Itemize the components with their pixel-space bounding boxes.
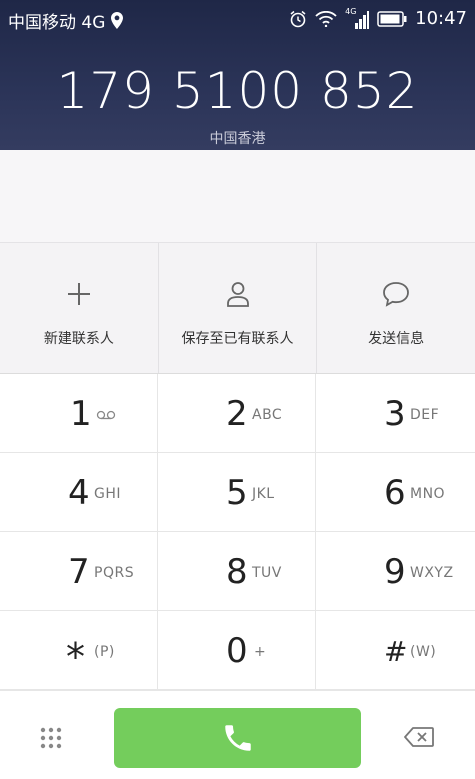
key-letters: ABC (252, 407, 283, 423)
key-digit: # (384, 635, 408, 668)
new-contact-button[interactable]: 新建联系人 (0, 243, 159, 373)
key-letters: GHI (94, 486, 122, 502)
message-icon (382, 281, 410, 307)
wifi-icon (315, 10, 337, 27)
dialer-bottom-bar (0, 690, 475, 779)
key-digit: 5 (226, 473, 248, 513)
clock: 10:47 (415, 8, 467, 29)
key-digit: 4 (68, 473, 90, 513)
key-letters: MNO (410, 486, 446, 502)
key-digit: 0 (226, 631, 248, 671)
key-digit: * (66, 635, 85, 679)
carrier-label: 中国移动 4G (8, 13, 106, 33)
key-letters: TUV (252, 565, 282, 581)
key-letters: + (254, 644, 267, 660)
key-7[interactable]: 7 PQRS (0, 532, 158, 611)
key-1[interactable]: 1 (0, 374, 158, 453)
send-message-button[interactable]: 发送信息 (317, 243, 475, 373)
key-0[interactable]: 0 + (158, 611, 316, 690)
plus-icon (66, 281, 92, 307)
key-hash[interactable]: # (W) (316, 611, 475, 690)
key-digit: 3 (384, 394, 406, 434)
key-star[interactable]: * (P) (0, 611, 158, 690)
save-to-existing-contact-button[interactable]: 保存至已有联系人 (159, 243, 318, 373)
key-digit: 2 (226, 394, 248, 434)
backspace-icon (404, 727, 434, 747)
phone-icon (221, 721, 255, 755)
key-8[interactable]: 8 TUV (158, 532, 316, 611)
send-message-label: 发送信息 (368, 331, 425, 347)
key-letters: (W) (410, 644, 437, 660)
alarm-icon (289, 10, 307, 28)
action-row: 新建联系人 保存至已有联系人 发送信息 (0, 242, 475, 374)
person-icon (226, 281, 250, 307)
dialed-number: 179 5100 852 (56, 62, 419, 120)
key-3[interactable]: 3 DEF (316, 374, 475, 453)
key-letters: WXYZ (410, 565, 454, 581)
signal-icon: 4G (345, 6, 370, 29)
key-digit: 9 (384, 552, 406, 592)
number-location: 中国香港 (209, 131, 266, 147)
new-contact-label: 新建联系人 (43, 331, 114, 347)
dial-keypad: 1 2 ABC 3 DEF 4 GHI 5 JKL 6 MNO 7 PQRS 8… (0, 374, 475, 690)
battery-icon (377, 10, 407, 27)
key-letters: JKL (252, 486, 275, 502)
save-to-existing-label: 保存至已有联系人 (181, 331, 294, 347)
status-bar: 中国移动 4G 4G 10:47 (0, 0, 475, 38)
key-digit: 8 (226, 552, 248, 592)
key-5[interactable]: 5 JKL (158, 453, 316, 532)
key-6[interactable]: 6 MNO (316, 453, 475, 532)
key-letters: (P) (94, 644, 115, 660)
signal-label: 4G (345, 6, 357, 16)
backspace-button[interactable] (404, 727, 434, 747)
dialer-header: 中国移动 4G 4G 10:47 179 5100 852 中国香港 (0, 0, 475, 150)
dialpad-toggle-button[interactable] (40, 727, 62, 749)
suggestion-area (0, 150, 475, 242)
call-button[interactable] (114, 708, 361, 768)
key-9[interactable]: 9 WXYZ (316, 532, 475, 611)
key-digit: 6 (384, 473, 406, 513)
key-letters: PQRS (94, 565, 135, 581)
key-4[interactable]: 4 GHI (0, 453, 158, 532)
key-digit: 7 (68, 552, 90, 592)
key-letters: DEF (410, 407, 440, 423)
key-digit: 1 (70, 394, 92, 434)
dialpad-toggle-icon (40, 727, 62, 749)
voicemail-icon (96, 410, 116, 420)
location-pin-icon (111, 12, 124, 29)
key-2[interactable]: 2 ABC (158, 374, 316, 453)
